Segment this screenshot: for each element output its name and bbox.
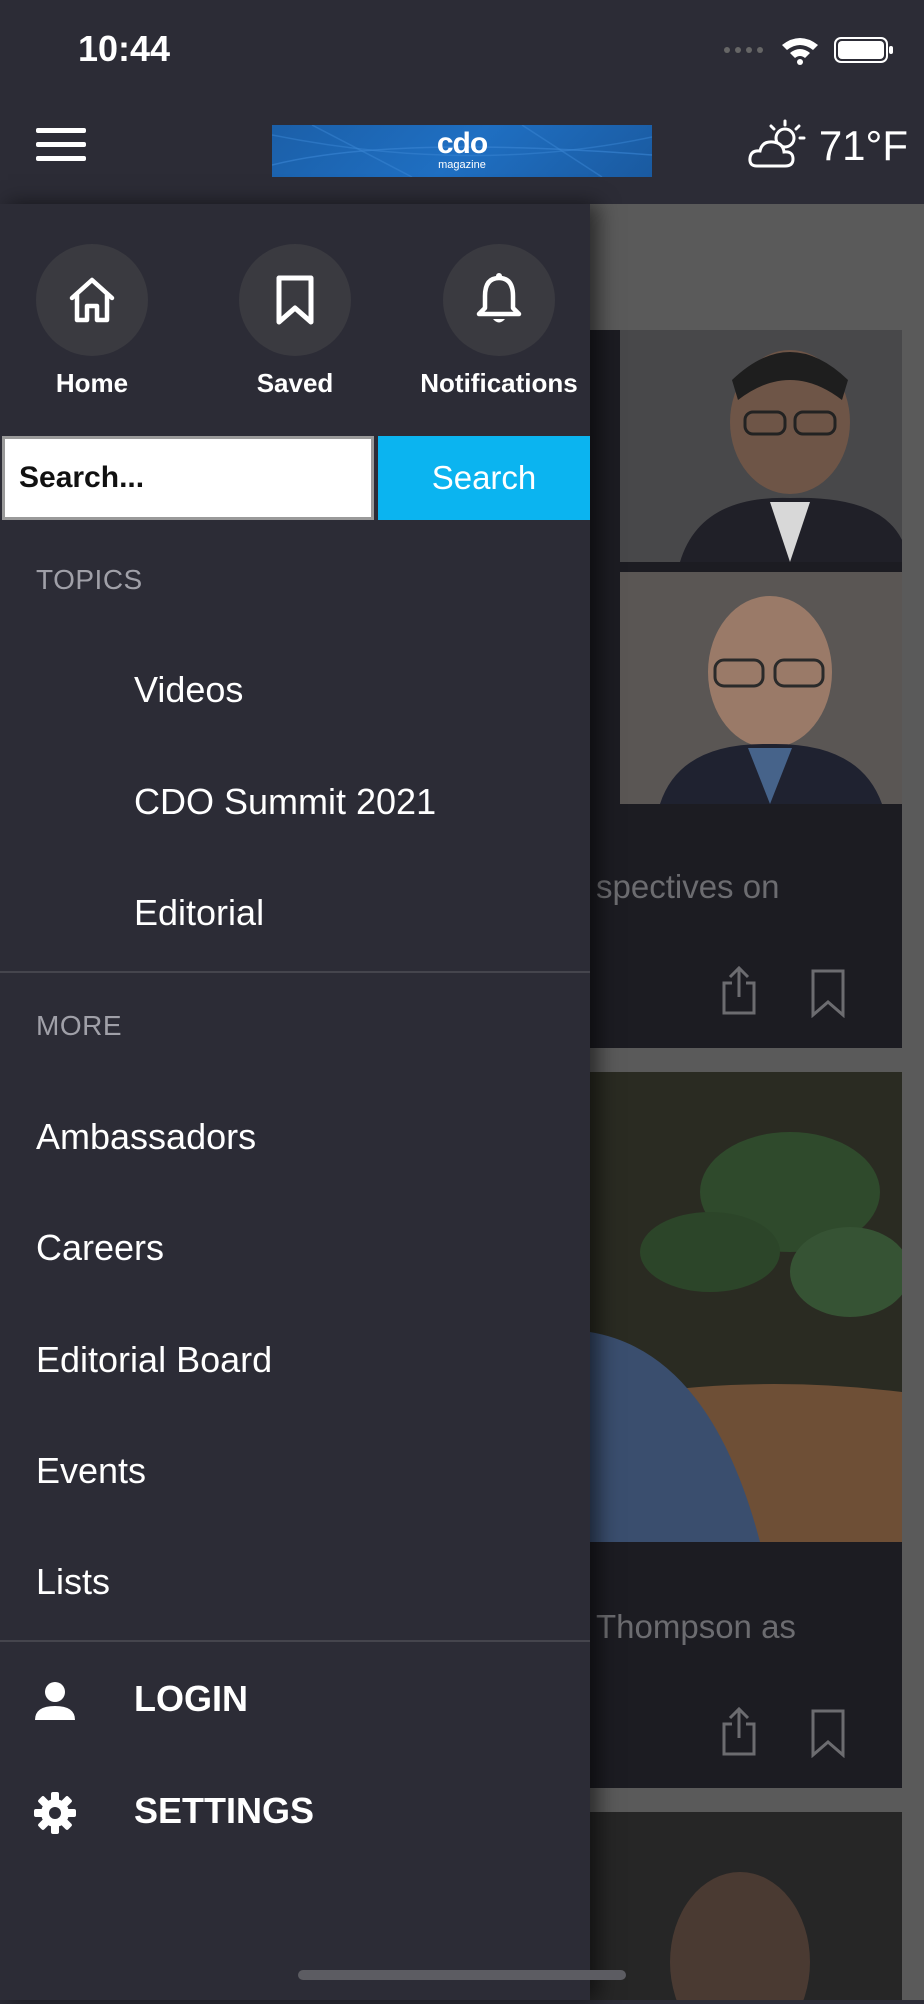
logo-text: cdo bbox=[436, 127, 488, 160]
battery-icon bbox=[834, 37, 893, 63]
weather-temperature: 71°F bbox=[818, 122, 908, 169]
more-item-editorial-board[interactable]: Editorial Board bbox=[36, 1339, 272, 1381]
saved-label: Saved bbox=[256, 368, 334, 398]
home-label: Home bbox=[55, 368, 129, 398]
search-button[interactable]: Search bbox=[378, 436, 590, 520]
bookmark-icon[interactable] bbox=[810, 1708, 846, 1758]
wifi-icon bbox=[782, 38, 818, 65]
divider bbox=[0, 1640, 590, 1642]
home-indicator[interactable] bbox=[298, 1970, 626, 1980]
bookmark-icon bbox=[276, 275, 314, 325]
status-icons bbox=[722, 32, 894, 68]
article-photo[interactable] bbox=[590, 1812, 902, 2004]
share-icon[interactable] bbox=[720, 965, 758, 1015]
weather-widget[interactable]: 71°F bbox=[747, 118, 908, 174]
article-teaser[interactable]: Thompson as bbox=[596, 1608, 796, 1646]
status-time: 10:44 bbox=[78, 28, 171, 69]
saved-button[interactable]: Saved bbox=[195, 244, 395, 399]
topic-item-editorial[interactable]: Editorial bbox=[134, 892, 264, 934]
portrait-image bbox=[590, 1812, 902, 2004]
more-item-careers[interactable]: Careers bbox=[36, 1227, 164, 1269]
notifications-button[interactable]: Notifications bbox=[399, 244, 599, 399]
home-icon bbox=[69, 277, 115, 323]
app-logo[interactable]: cdo magazine bbox=[272, 125, 652, 177]
saved-icon-circle bbox=[239, 244, 351, 356]
interview-image bbox=[590, 1072, 910, 1542]
portrait-image bbox=[620, 572, 902, 804]
menu-icon[interactable] bbox=[36, 128, 86, 168]
article-teaser[interactable]: spectives on bbox=[596, 868, 779, 906]
login-label: LOGIN bbox=[134, 1678, 248, 1719]
portrait-image bbox=[620, 330, 902, 562]
article-photo[interactable] bbox=[620, 572, 902, 804]
share-icon[interactable] bbox=[720, 1706, 758, 1756]
partly-cloudy-icon bbox=[748, 119, 806, 168]
bookmark-icon[interactable] bbox=[810, 968, 846, 1018]
navigation-drawer: Home Saved Notifications Search TOPICS V… bbox=[0, 204, 590, 2000]
more-header: MORE bbox=[36, 1010, 122, 1041]
notifications-icon-circle bbox=[443, 244, 555, 356]
settings-item[interactable]: SETTINGS bbox=[34, 1778, 534, 1858]
login-item[interactable]: LOGIN bbox=[34, 1666, 534, 1746]
search-input[interactable] bbox=[2, 436, 374, 520]
logo-subtext: magazine bbox=[438, 159, 486, 171]
more-item-lists[interactable]: Lists bbox=[36, 1561, 110, 1603]
app-header: cdo magazine 71°F bbox=[0, 100, 924, 204]
article-photo[interactable] bbox=[620, 330, 902, 562]
divider bbox=[0, 971, 590, 973]
more-item-ambassadors[interactable]: Ambassadors bbox=[36, 1116, 256, 1158]
settings-label: SETTINGS bbox=[134, 1790, 315, 1831]
more-item-events[interactable]: Events bbox=[36, 1450, 146, 1492]
gear-icon bbox=[34, 1792, 76, 1834]
signal-icon bbox=[724, 47, 763, 53]
article-photo[interactable] bbox=[590, 1072, 910, 1542]
home-button[interactable]: Home bbox=[0, 244, 192, 399]
status-bar: 10:44 bbox=[0, 0, 924, 100]
person-icon bbox=[35, 1682, 75, 1720]
topic-item-videos[interactable]: Videos bbox=[134, 669, 243, 711]
topics-header: TOPICS bbox=[36, 564, 143, 595]
notifications-label: Notifications bbox=[420, 368, 578, 398]
home-icon-circle bbox=[36, 244, 148, 356]
bell-icon bbox=[476, 273, 522, 323]
topic-item-cdo-summit[interactable]: CDO Summit 2021 bbox=[134, 781, 436, 823]
